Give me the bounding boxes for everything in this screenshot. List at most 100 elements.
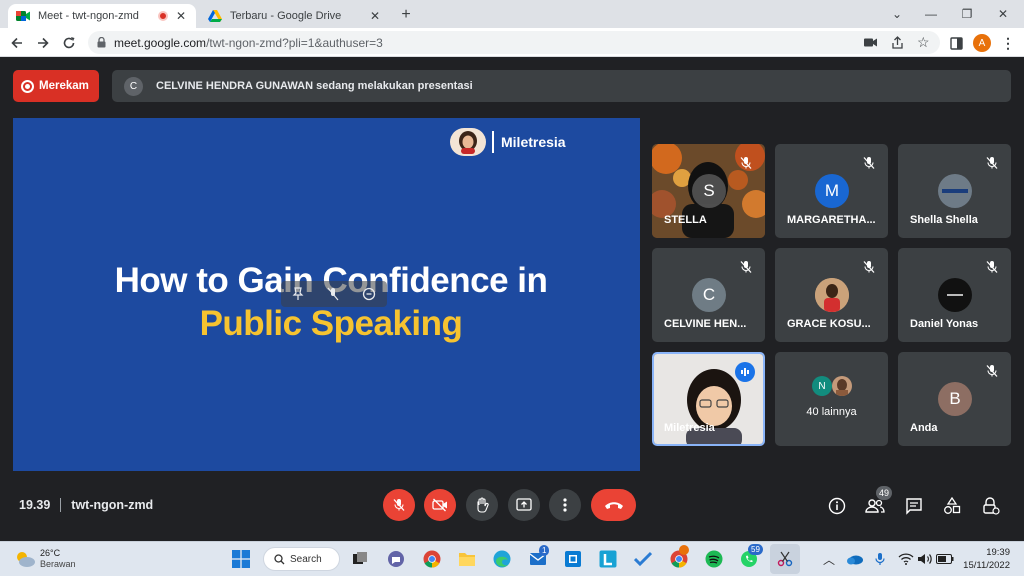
tab-meet[interactable]: Meet - twt-ngon-zmd ✕ [8,4,196,28]
activities-icon[interactable] [940,494,964,518]
todo-icon[interactable] [631,547,655,571]
spotify-icon[interactable] [702,547,726,571]
participant-avatar: S [692,174,726,208]
back-icon[interactable] [6,32,28,54]
share-icon[interactable] [891,36,904,49]
muted-mic-icon [985,156,999,170]
presentation-slide[interactable]: Miletresia How to Gain Confidence in Pub… [13,118,640,471]
recording-indicator-icon [158,11,168,21]
people-count-badge: 49 [876,486,893,500]
participant-tile-self[interactable]: B Anda [898,352,1011,446]
participant-avatar: C [692,278,726,312]
tab-title: Terbaru - Google Drive [230,10,342,22]
task-view-icon[interactable] [348,547,372,571]
slide-brand-logo: Miletresia [450,128,566,156]
chrome-icon[interactable] [420,547,444,571]
muted-mic-icon [862,156,876,170]
minimize-icon[interactable]: — [914,0,948,28]
file-explorer-icon[interactable] [455,547,479,571]
others-avatar-photo [832,376,852,396]
browser-tab-strip: Meet - twt-ngon-zmd ✕ Terbaru - Google D… [0,0,1024,28]
present-now-button[interactable] [508,489,540,521]
leave-call-button[interactable] [591,489,636,521]
forward-icon[interactable] [32,32,54,54]
participant-tile-others[interactable]: N 40 lainnya [775,352,888,446]
edge-icon[interactable] [490,547,514,571]
microphone-off-button[interactable] [383,489,415,521]
app-l-icon[interactable] [596,547,620,571]
remove-icon[interactable] [362,287,376,301]
others-avatar-initial: N [812,376,832,396]
chevron-up-icon[interactable]: ︿ [817,547,841,571]
teams-chat-icon[interactable] [384,547,408,571]
lock-icon [97,37,106,48]
participant-name: Anda [910,422,938,434]
bookmark-star-icon[interactable]: ☆ [917,35,930,49]
brand-photo [450,128,486,156]
new-tab-icon[interactable]: + [397,6,415,24]
side-panel-icon[interactable] [945,32,967,54]
clock-time: 19:39 [986,547,1010,558]
weather-widget[interactable]: 26°C Berawan [14,548,76,570]
snipping-tool-icon[interactable] [770,544,800,574]
brand-divider [492,131,494,153]
close-window-icon[interactable]: ✕ [986,0,1020,28]
reload-icon[interactable] [58,32,80,54]
participant-tile-stella[interactable]: S STELLA [652,144,765,238]
tab-title: Meet - twt-ngon-zmd [38,10,139,22]
start-menu-icon[interactable] [229,547,253,571]
participant-tile-margaretha[interactable]: M MARGARETHA... [775,144,888,238]
close-tab-icon[interactable]: ✕ [174,9,188,23]
profile-initial: A [973,34,991,52]
recording-button[interactable]: Merekam [13,70,99,102]
meeting-info: 19.39 twt-ngon-zmd [19,498,153,512]
muted-mic-icon [985,260,999,274]
more-menu-icon[interactable]: ⋮ [997,32,1019,54]
presentation-text: CELVINE HENDRA GUNAWAN sedang melakukan … [156,80,473,92]
restore-icon[interactable]: ❐ [950,0,984,28]
tab-search-icon[interactable]: ⌄ [880,0,914,28]
participant-tile-daniel[interactable]: Daniel Yonas [898,248,1011,342]
muted-mic-icon [985,364,999,378]
whatsapp-badge: 59 [748,544,763,555]
muted-mic-icon [862,260,876,274]
meeting-details-icon[interactable] [825,494,849,518]
cloudy-weather-icon [14,550,36,568]
weather-temp: 26°C [40,548,61,558]
participant-tile-miletresia[interactable]: Miletresia [652,352,765,446]
participant-tile-grace[interactable]: GRACE KOSU... [775,248,888,342]
weather-desc: Berawan [40,559,76,569]
participant-avatar-image [815,278,849,312]
taskbar-search[interactable]: Search [263,547,340,571]
more-options-button[interactable] [549,489,581,521]
tab-drive[interactable]: Terbaru - Google Drive ✕ [200,4,390,28]
chat-icon[interactable] [902,494,926,518]
muted-mic-icon [739,156,753,170]
close-tab-icon[interactable]: ✕ [368,9,382,23]
participant-name: MARGARETHA... [787,214,876,226]
store-icon[interactable] [561,547,585,571]
camera-in-use-icon[interactable] [864,37,877,48]
microphone-tray-icon[interactable] [868,547,892,571]
participant-tile-shella[interactable]: Shella Shella [898,144,1011,238]
battery-icon[interactable] [933,547,957,571]
participant-tile-celvine[interactable]: C CELVINE HEN... [652,248,765,342]
participant-avatar-image [938,278,972,312]
participant-name: STELLA [664,214,707,226]
url-path: /twt-ngon-zmd?pli=1&authuser=3 [206,36,383,50]
onedrive-icon[interactable] [843,547,867,571]
address-bar[interactable]: meet.google.com/twt-ngon-zmd?pli=1&authu… [88,31,940,54]
profile-avatar[interactable]: A [971,32,993,54]
host-controls-icon[interactable] [979,494,1003,518]
mute-presentation-icon[interactable] [327,287,339,301]
muted-mic-icon [739,260,753,274]
others-count-label: 40 lainnya [806,406,857,418]
pin-icon[interactable] [292,287,304,301]
camera-off-button[interactable] [424,489,456,521]
system-clock[interactable]: 19:39 15/11/2022 [962,546,1010,572]
search-icon [274,553,285,565]
participant-name: Daniel Yonas [910,318,979,330]
raise-hand-button[interactable] [466,489,498,521]
recording-label: Merekam [39,80,89,92]
participant-name: Shella Shella [910,214,978,226]
